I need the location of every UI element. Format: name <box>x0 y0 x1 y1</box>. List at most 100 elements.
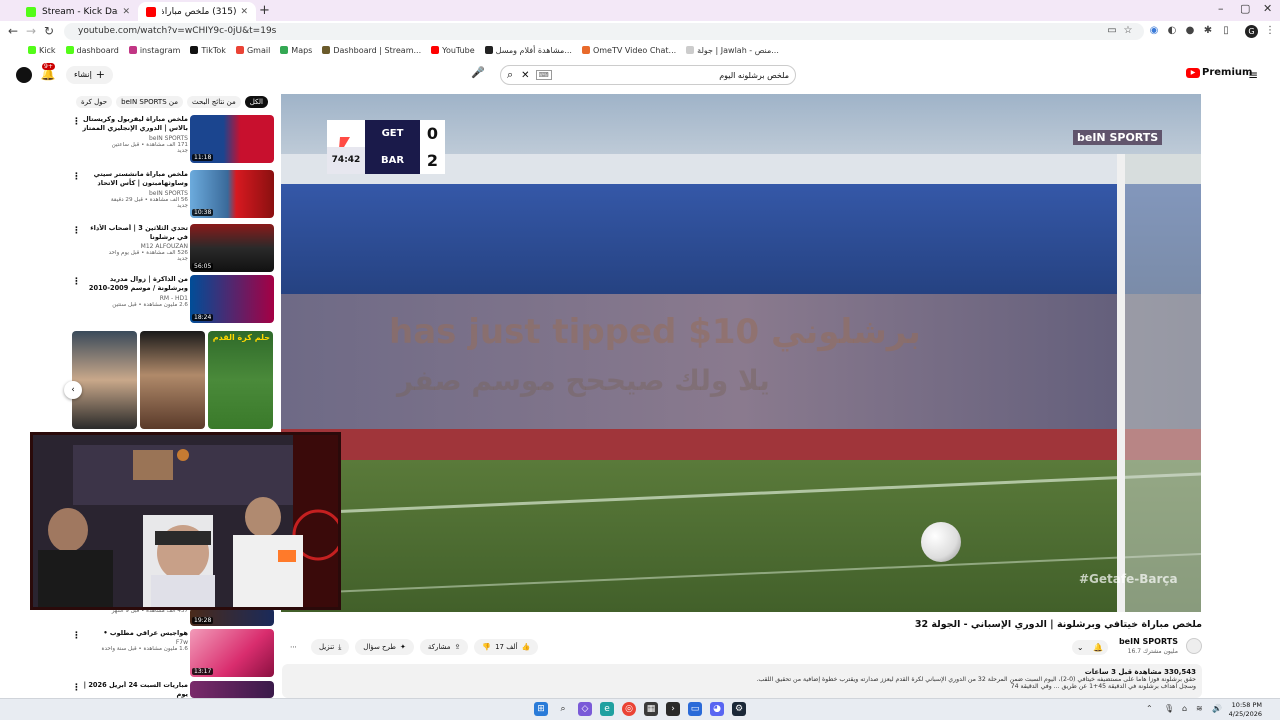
wifi-icon[interactable]: ≋ <box>1196 704 1203 713</box>
system-clock[interactable]: 10:58 PM 4/25/2026 <box>1228 701 1262 719</box>
list-item[interactable]: 18:24 من الذاكرة | زوال مدريد وبرشلونة /… <box>68 275 274 325</box>
video-thumbnail[interactable]: 19:28 <box>190 608 274 626</box>
channel-avatar[interactable] <box>1186 638 1202 654</box>
chip-from-search[interactable]: من نتائج البحث <box>186 96 241 108</box>
keyboard-icon[interactable]: ⌨ <box>535 70 552 80</box>
tab-youtube-video[interactable]: (315) ملخص مباراة خيتافي وبرشلو... ✕ <box>138 2 256 21</box>
ask-button[interactable]: طرح سؤال ✦ <box>355 639 414 655</box>
subscription-bell-button[interactable]: ⌄ 🔔 <box>1072 640 1108 655</box>
more-options-icon[interactable]: ⋮ <box>72 683 81 693</box>
download-button[interactable]: تنزيل ⤓ <box>311 639 350 655</box>
list-item[interactable]: 11:18 ملخص مباراة ليفربول وكريستال بالاس… <box>68 115 274 165</box>
terminal-icon[interactable]: › <box>666 702 680 716</box>
video-thumbnail[interactable]: 18:24 <box>190 275 274 323</box>
bookmark-instagram[interactable]: instagram <box>128 46 180 55</box>
calculator-icon[interactable]: ▦ <box>644 702 658 716</box>
dislike-icon[interactable]: 👎 <box>482 643 491 651</box>
reload-icon[interactable]: ↻ <box>44 24 54 38</box>
bookmark-maps[interactable]: Maps <box>280 46 312 55</box>
bookmark-ometv[interactable]: OmeTV Video Chat... <box>581 46 676 55</box>
bookmark-youtube[interactable]: YouTube <box>431 46 475 55</box>
video-title[interactable]: هواجيس عراقي مطلوب • <box>80 629 188 638</box>
voice-search-mic-icon[interactable]: 🎤 <box>470 66 486 84</box>
volume-icon[interactable]: 🔊 <box>1212 704 1222 713</box>
video-title[interactable]: مباريات السبت 24 أبريل 2026 | يوم <box>80 681 188 698</box>
more-options-icon[interactable]: ⋮ <box>72 172 81 182</box>
description-box[interactable]: 330,543 مشاهدة قبل 3 ساعات حقق برشلونة ف… <box>282 664 1202 698</box>
like-icon[interactable]: 👍 <box>522 643 531 651</box>
bookmark-tiktok[interactable]: TikTok <box>190 46 226 55</box>
create-button[interactable]: إنشاء + <box>66 66 114 84</box>
list-item[interactable]: 13:17 هواجيس عراقي مطلوب • F7w 1.6 مليون… <box>68 629 274 679</box>
share-button[interactable]: مشاركة ⇪ <box>419 639 469 655</box>
bookmark-dashboard[interactable]: dashboard <box>65 46 119 55</box>
back-icon[interactable]: ← <box>8 24 18 38</box>
new-tab-plus-icon[interactable]: + <box>259 3 270 18</box>
menu-dots-icon[interactable]: ⋮ <box>1264 25 1276 37</box>
video-title[interactable]: ملخص مباراة ليفربول وكريستال بالاس | الد… <box>80 115 189 134</box>
short-thumbnail[interactable]: حلم كرة القدم <box>208 331 273 429</box>
close-icon[interactable]: ✕ <box>122 7 130 17</box>
bookmark-star-icon[interactable]: ☆ <box>1122 25 1134 37</box>
video-title[interactable]: من الذاكرة | زوال مدريد وبرشلونة / موسم … <box>80 275 188 294</box>
video-thumbnail[interactable]: 10:38 <box>190 170 274 218</box>
bookmark-movies[interactable]: مشاهدة أفلام ومسل... <box>484 46 572 55</box>
search-bar[interactable]: ⌕ ✕ ⌨ ملخص برشلونه اليوم <box>500 65 796 85</box>
chrome-icon[interactable]: ◎ <box>622 702 636 716</box>
discord-icon[interactable]: ◕ <box>710 702 724 716</box>
chip-all[interactable]: الكل <box>244 96 268 108</box>
bookmark-gmail[interactable]: Gmail <box>235 46 270 55</box>
tab-kick-dashboard[interactable]: Stream - Kick Dashboard ✕ <box>18 2 138 21</box>
maximize-icon[interactable]: ▢ <box>1240 2 1250 15</box>
tray-chevron-icon[interactable]: ⌃ <box>1146 704 1153 713</box>
puzzle-icon[interactable]: ✱ <box>1202 25 1214 37</box>
widgets-icon[interactable]: ◇ <box>578 702 592 716</box>
hamburger-menu-icon[interactable]: ≡ <box>1248 68 1258 82</box>
channel-name[interactable]: RM - HD1 <box>80 295 188 302</box>
account-avatar[interactable] <box>16 67 32 83</box>
address-bar[interactable]: youtube.com/watch?v=wCHIY9c-0jU&t=19s <box>64 23 1144 40</box>
video-thumbnail[interactable]: 11:18 <box>190 115 274 163</box>
youtube-premium-logo[interactable]: ▶ Premium <box>1186 67 1252 78</box>
search-input[interactable]: ملخص برشلونه اليوم <box>558 71 789 80</box>
short-thumbnail[interactable] <box>140 331 205 429</box>
bookmark-kick[interactable]: Kick <box>28 46 56 55</box>
edge-icon[interactable]: e <box>600 702 614 716</box>
forward-icon[interactable]: → <box>26 24 36 38</box>
channel-name[interactable]: beIN SPORTS <box>80 190 188 197</box>
extension-icon[interactable]: ● <box>1184 25 1196 37</box>
microphone-icon[interactable]: 🎙 <box>1164 704 1174 713</box>
video-title[interactable]: تحدي الثلاثين 3 | أصحاب الأداء في برشلون… <box>80 224 188 242</box>
extension-icon[interactable]: ◐ <box>1166 25 1178 37</box>
more-actions-button[interactable]: ⋯ <box>282 639 305 655</box>
steam-icon[interactable]: ⚙ <box>732 702 746 716</box>
profile-avatar[interactable]: G <box>1245 25 1258 38</box>
minimize-icon[interactable]: – <box>1218 2 1224 15</box>
list-item[interactable]: مباريات السبت 24 أبريل 2026 | يوم ⋮ <box>68 681 274 698</box>
short-thumbnail[interactable] <box>72 331 137 429</box>
more-options-icon[interactable]: ⋮ <box>72 277 81 287</box>
channel-info[interactable]: beIN SPORTS 16.7 مليون مشترك <box>1116 636 1202 658</box>
search-icon[interactable]: ⌕ <box>507 68 513 82</box>
more-options-icon[interactable]: ⋮ <box>72 631 81 641</box>
video-thumbnail[interactable] <box>190 681 274 698</box>
video-player[interactable]: GET BAR 0 2 74:42 beIN SPORTS برشلوني ha… <box>281 94 1201 612</box>
channel-name[interactable]: M12 ALFOUZAN <box>80 243 188 250</box>
bookmark-stream-dashboard[interactable]: Dashboard | Stream... <box>322 46 421 55</box>
chip-from-bein[interactable]: من beIN SPORTS <box>116 96 183 108</box>
list-item[interactable]: 19:28 437 ألف مشاهدة • قبل 9 أشهر <box>68 608 274 628</box>
video-title[interactable]: ملخص مباراة مانشستر سيتي وساوثهامبتون | … <box>80 170 188 189</box>
windows-start-icon[interactable]: ⊞ <box>534 702 548 716</box>
list-item[interactable]: 10:38 ملخص مباراة مانشستر سيتي وساوثهامب… <box>68 170 274 220</box>
video-thumbnail[interactable]: 13:17 <box>190 629 274 677</box>
chip-about-football[interactable]: حول كرة <box>76 96 113 108</box>
cast-icon[interactable]: ▭ <box>1106 25 1118 37</box>
shorts-prev-arrow-icon[interactable]: ‹ <box>64 381 82 399</box>
channel-name[interactable]: F7w <box>80 639 188 646</box>
more-options-icon[interactable]: ⋮ <box>72 226 81 236</box>
network-icon[interactable]: ⌂ <box>1182 704 1187 713</box>
video-thumbnail[interactable]: 56:05 <box>190 224 274 272</box>
sidebar-icon[interactable]: ▯ <box>1220 25 1232 37</box>
close-icon[interactable]: ✕ <box>240 7 248 17</box>
search-icon[interactable]: ⌕ <box>556 702 570 716</box>
